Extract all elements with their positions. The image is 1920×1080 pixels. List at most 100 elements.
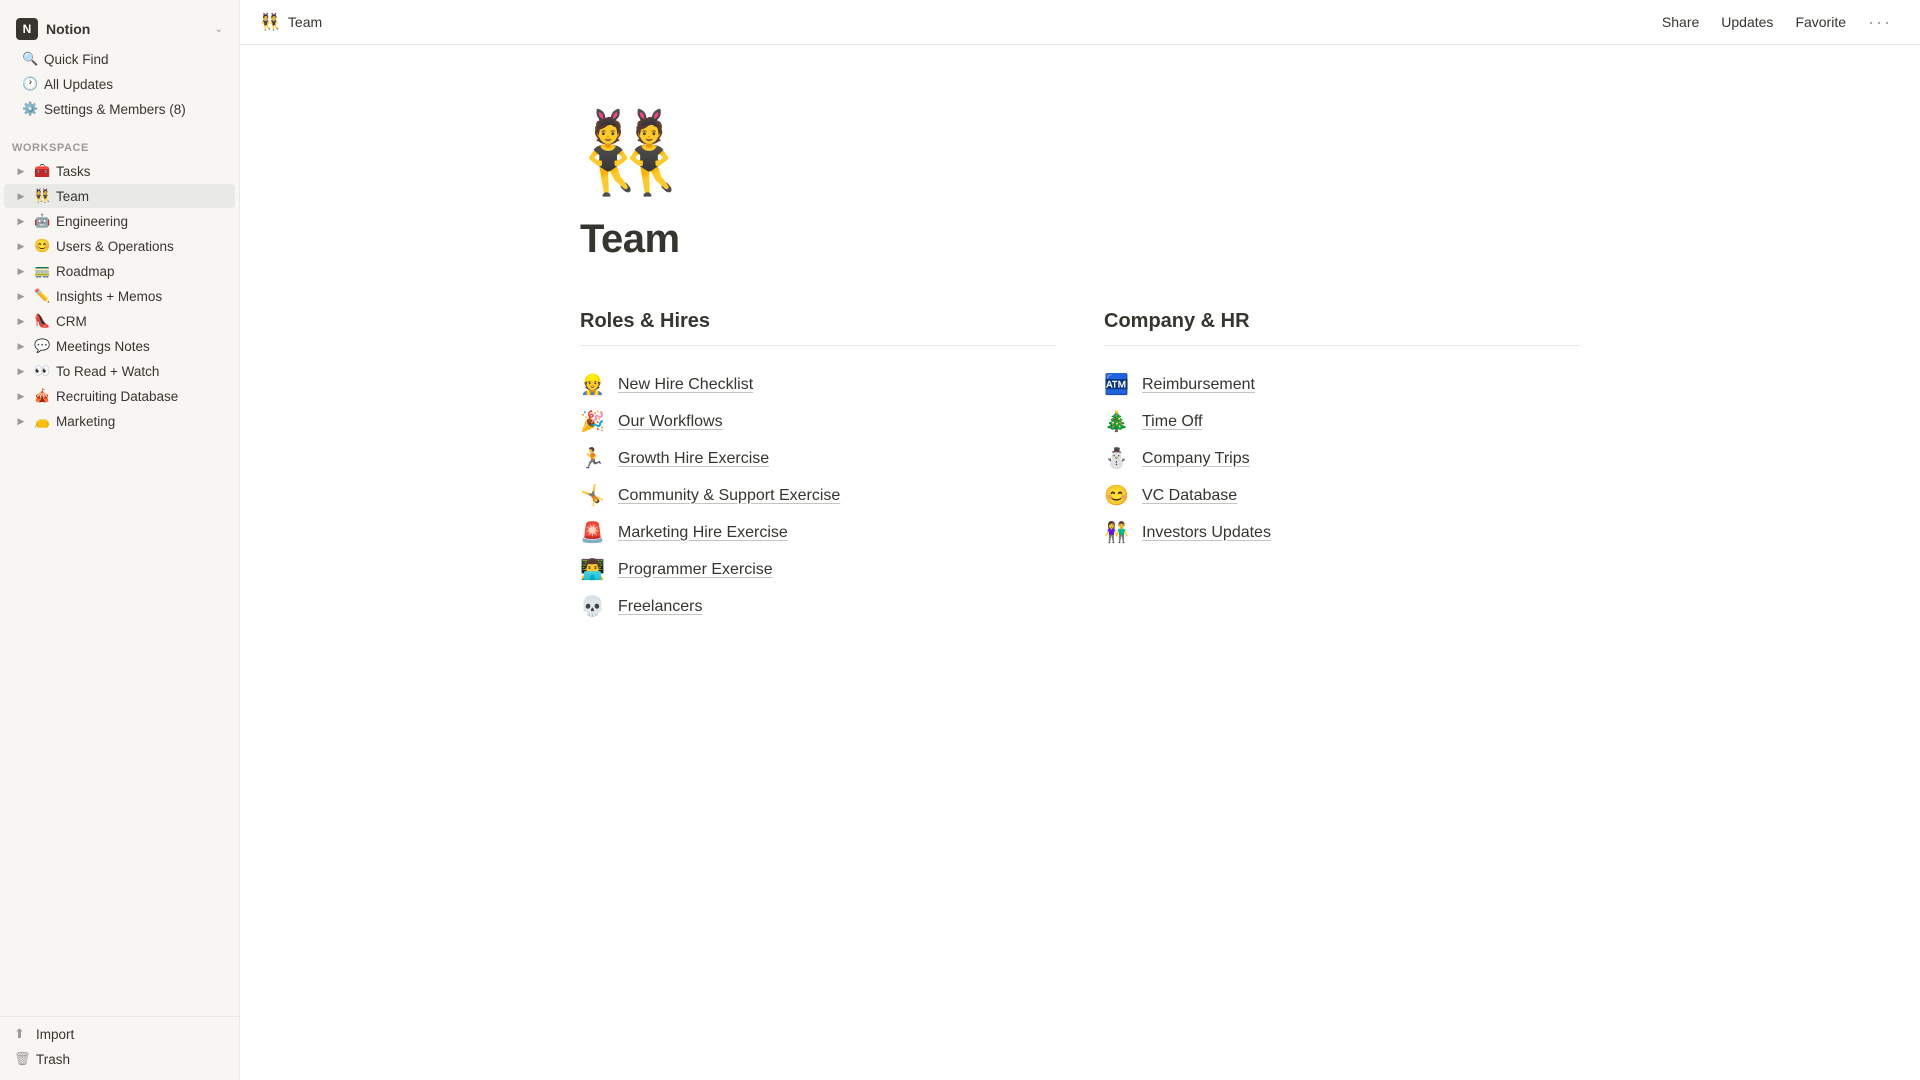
favorite-button[interactable]: Favorite	[1787, 10, 1854, 34]
topbar-page-emoji: 👯	[260, 12, 280, 32]
toggle-icon[interactable]: ▶	[14, 189, 28, 203]
link-emoji-roles-hires-3: 🤸	[580, 483, 608, 508]
team-label: Team	[56, 189, 227, 204]
link-emoji-roles-hires-6: 💀	[580, 594, 608, 619]
toggle-icon[interactable]: ▶	[14, 264, 28, 278]
notion-logo-icon: N	[16, 18, 38, 40]
gear-icon: ⚙️	[22, 101, 38, 117]
recruiting-database-label: Recruiting Database	[56, 389, 227, 404]
link-text-company-hr-3: VC Database	[1142, 487, 1237, 505]
link-emoji-roles-hires-2: 🏃	[580, 446, 608, 471]
engineering-label: Engineering	[56, 214, 227, 229]
sidebar-item-meetings-notes[interactable]: ▶ 💬 Meetings Notes	[4, 334, 235, 358]
link-text-company-hr-1: Time Off	[1142, 413, 1202, 431]
link-item-company-hr-0[interactable]: 🏧 Reimbursement	[1104, 366, 1580, 403]
page-content: 👯 Team Roles & Hires 👷 New Hire Checklis…	[480, 45, 1680, 1080]
sidebar-item-users-operations[interactable]: ▶ 😊 Users & Operations	[4, 234, 235, 258]
link-item-roles-hires-6[interactable]: 💀 Freelancers	[580, 588, 1056, 625]
toggle-icon[interactable]: ▶	[14, 339, 28, 353]
main-area: 👯 Team Share Updates Favorite ··· 👯 Team…	[240, 0, 1920, 1080]
engineering-emoji-icon: 🤖	[34, 213, 50, 229]
link-emoji-company-hr-0: 🏧	[1104, 372, 1132, 397]
share-button[interactable]: Share	[1654, 10, 1707, 34]
topbar: 👯 Team Share Updates Favorite ···	[240, 0, 1920, 45]
link-item-company-hr-3[interactable]: 😊 VC Database	[1104, 477, 1580, 514]
link-item-roles-hires-2[interactable]: 🏃 Growth Hire Exercise	[580, 440, 1056, 477]
meetings-notes-label: Meetings Notes	[56, 339, 227, 354]
sidebar-trash[interactable]: 🗑 Trash	[4, 1047, 235, 1071]
sidebar-items: ▶ 🧰 Tasks ▶ 👯 Team ▶ 🤖 Engineering ▶ 😊 U…	[0, 158, 239, 434]
sidebar-item-engineering[interactable]: ▶ 🤖 Engineering	[4, 209, 235, 233]
toggle-icon[interactable]: ▶	[14, 414, 28, 428]
clock-icon: 🕐	[22, 76, 38, 92]
link-item-roles-hires-0[interactable]: 👷 New Hire Checklist	[580, 366, 1056, 403]
more-options-button[interactable]: ···	[1860, 8, 1900, 37]
roadmap-emoji-icon: 🚃	[34, 263, 50, 279]
sidebar-item-marketing[interactable]: ▶ 👝 Marketing	[4, 409, 235, 433]
sidebar-item-recruiting-database[interactable]: ▶ 🎪 Recruiting Database	[4, 384, 235, 408]
link-item-roles-hires-1[interactable]: 🎉 Our Workflows	[580, 403, 1056, 440]
sidebar-all-updates[interactable]: 🕐 All Updates	[12, 72, 227, 96]
link-emoji-company-hr-1: 🎄	[1104, 409, 1132, 434]
link-item-roles-hires-5[interactable]: 👨‍💻 Programmer Exercise	[580, 551, 1056, 588]
recruiting-database-emoji-icon: 🎪	[34, 388, 50, 404]
toggle-icon[interactable]: ▶	[14, 289, 28, 303]
section-heading-company-hr: Company & HR	[1104, 310, 1580, 333]
tasks-label: Tasks	[56, 164, 227, 179]
toggle-icon[interactable]: ▶	[14, 214, 28, 228]
link-text-roles-hires-6: Freelancers	[618, 598, 702, 616]
link-item-company-hr-1[interactable]: 🎄 Time Off	[1104, 403, 1580, 440]
link-text-roles-hires-5: Programmer Exercise	[618, 561, 773, 579]
sidebar-item-team[interactable]: ▶ 👯 Team	[4, 184, 235, 208]
toggle-icon[interactable]: ▶	[14, 239, 28, 253]
quick-find-label: Quick Find	[44, 52, 219, 67]
link-text-roles-hires-2: Growth Hire Exercise	[618, 450, 769, 468]
sidebar-item-roadmap[interactable]: ▶ 🚃 Roadmap	[4, 259, 235, 283]
roadmap-label: Roadmap	[56, 264, 227, 279]
link-text-company-hr-2: Company Trips	[1142, 450, 1250, 468]
app-header[interactable]: N Notion ⌄	[8, 12, 231, 46]
page-title: Team	[580, 217, 1580, 262]
import-icon: ⬆	[14, 1026, 30, 1042]
link-text-roles-hires-4: Marketing Hire Exercise	[618, 524, 788, 542]
link-emoji-roles-hires-5: 👨‍💻	[580, 557, 608, 582]
search-icon: 🔍	[22, 51, 38, 67]
marketing-emoji-icon: 👝	[34, 413, 50, 429]
sidebar-top: N Notion ⌄ 🔍 Quick Find 🕐 All Updates ⚙️…	[0, 8, 239, 130]
to-read-watch-label: To Read + Watch	[56, 364, 227, 379]
content-columns: Roles & Hires 👷 New Hire Checklist 🎉 Our…	[580, 310, 1580, 625]
toggle-icon[interactable]: ▶	[14, 164, 28, 178]
sidebar-bottom: ⬆ Import 🗑 Trash	[0, 1016, 239, 1072]
users-operations-emoji-icon: 😊	[34, 238, 50, 254]
link-item-roles-hires-3[interactable]: 🤸 Community & Support Exercise	[580, 477, 1056, 514]
sidebar-item-to-read-watch[interactable]: ▶ 👀 To Read + Watch	[4, 359, 235, 383]
toggle-icon[interactable]: ▶	[14, 389, 28, 403]
topbar-title-area: 👯 Team	[260, 12, 1646, 32]
settings-label: Settings & Members (8)	[44, 102, 219, 117]
users-operations-label: Users & Operations	[56, 239, 227, 254]
link-item-company-hr-4[interactable]: 👫 Investors Updates	[1104, 514, 1580, 551]
meetings-notes-emoji-icon: 💬	[34, 338, 50, 354]
link-item-company-hr-2[interactable]: ⛄ Company Trips	[1104, 440, 1580, 477]
link-text-roles-hires-3: Community & Support Exercise	[618, 487, 840, 505]
marketing-label: Marketing	[56, 414, 227, 429]
app-chevron-icon: ⌄	[215, 24, 223, 35]
updates-button[interactable]: Updates	[1713, 10, 1781, 34]
link-emoji-company-hr-3: 😊	[1104, 483, 1132, 508]
sidebar-quick-find[interactable]: 🔍 Quick Find	[12, 47, 227, 71]
sidebar-item-insights-memos[interactable]: ▶ ✏️ Insights + Memos	[4, 284, 235, 308]
toggle-icon[interactable]: ▶	[14, 314, 28, 328]
link-text-roles-hires-0: New Hire Checklist	[618, 376, 753, 394]
sidebar-import[interactable]: ⬆ Import	[4, 1022, 235, 1046]
link-item-roles-hires-4[interactable]: 🚨 Marketing Hire Exercise	[580, 514, 1056, 551]
link-emoji-company-hr-2: ⛄	[1104, 446, 1132, 471]
workspace-label: WORKSPACE	[0, 130, 239, 158]
link-text-company-hr-4: Investors Updates	[1142, 524, 1271, 542]
sidebar-item-tasks[interactable]: ▶ 🧰 Tasks	[4, 159, 235, 183]
sidebar-settings[interactable]: ⚙️ Settings & Members (8)	[12, 97, 227, 121]
sidebar: N Notion ⌄ 🔍 Quick Find 🕐 All Updates ⚙️…	[0, 0, 240, 1080]
toggle-icon[interactable]: ▶	[14, 364, 28, 378]
tasks-emoji-icon: 🧰	[34, 163, 50, 179]
sidebar-item-crm[interactable]: ▶ 👠 CRM	[4, 309, 235, 333]
all-updates-label: All Updates	[44, 77, 219, 92]
